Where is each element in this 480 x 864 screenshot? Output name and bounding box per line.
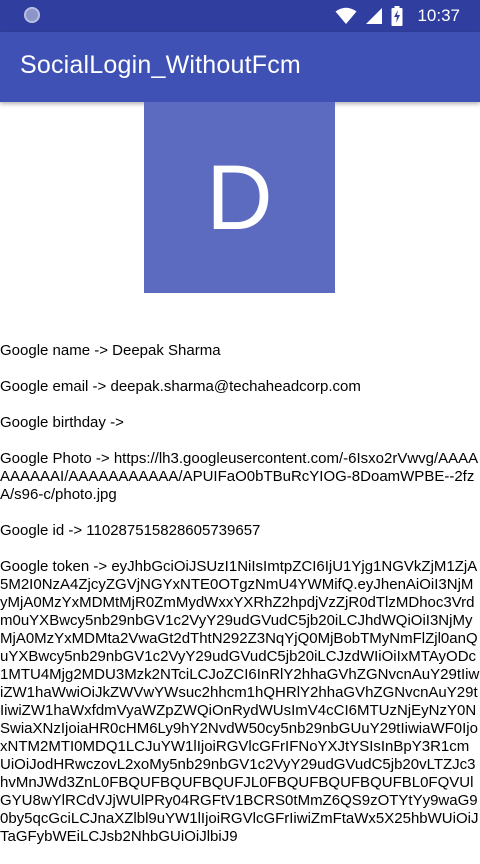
- google-email-text: Google email -> deepak.sharma@techaheadc…: [0, 378, 361, 395]
- google-name-text: Google name -> Deepak Sharma: [0, 342, 221, 359]
- app-bar: SocialLogin_WithoutFcm: [0, 32, 480, 102]
- status-time: 10:37: [417, 6, 460, 25]
- google-token-text: Google token -> eyJhbGciOiJSUzI1NiIsImtp…: [0, 558, 480, 845]
- status-bar: 10:37: [0, 0, 480, 32]
- battery-charging-icon: [391, 6, 403, 26]
- avatar: D: [144, 102, 335, 293]
- avatar-letter: D: [206, 146, 273, 249]
- google-photo-text: Google Photo -> https://lh3.googleuserco…: [0, 450, 479, 503]
- page-title: SocialLogin_WithoutFcm: [20, 51, 301, 79]
- wifi-icon: [335, 7, 357, 24]
- google-id-text: Google id -> 110287515828605739657: [0, 522, 261, 539]
- signal-icon: [366, 8, 383, 24]
- profile-info: Google name -> Deepak Sharma Google emai…: [0, 342, 480, 864]
- google-birthday-text: Google birthday ->: [0, 414, 124, 431]
- status-icons: 10:37: [335, 0, 460, 32]
- notification-icon: [24, 7, 40, 23]
